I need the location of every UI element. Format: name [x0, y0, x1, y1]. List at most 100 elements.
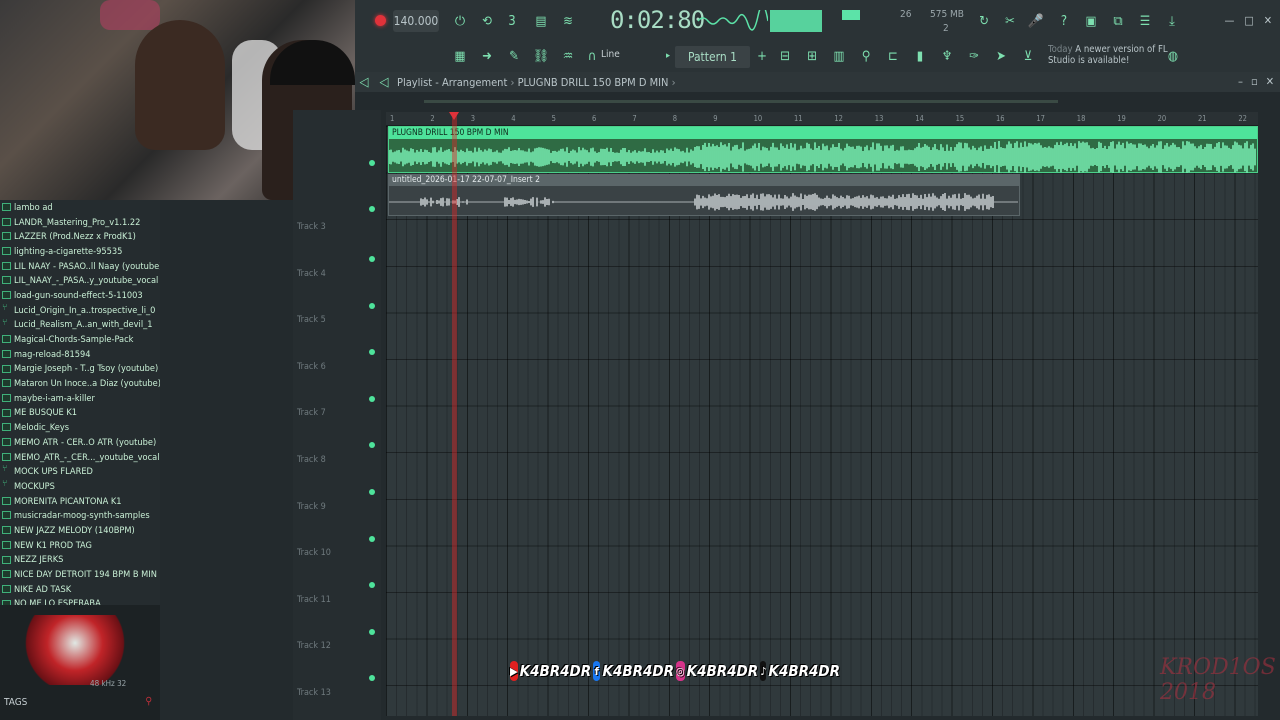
playlist-close-icon[interactable]: ✕	[1266, 75, 1274, 88]
audio-clip-recording[interactable]: untitled_2026-01-17 22-07-07_Insert 2	[388, 174, 1020, 216]
cart-icon[interactable]: ⊻	[1019, 47, 1037, 65]
update-notification[interactable]: Today A newer version of FL Studio is av…	[1048, 44, 1168, 66]
browser-item[interactable]: LIL_NAAY_-_PASA..y_youtube_vocal	[0, 273, 160, 288]
plug-icon[interactable]: ♆	[938, 47, 956, 65]
add-pattern-icon[interactable]: +	[753, 47, 771, 65]
metronome-icon[interactable]: ⏻	[451, 12, 469, 30]
refresh-icon[interactable]: ↻	[975, 12, 993, 30]
track-mute-led[interactable]	[369, 395, 375, 402]
playlist-minimize-icon[interactable]: –	[1238, 75, 1243, 88]
playlist-view-icon[interactable]: ▦	[451, 47, 469, 65]
browser-item[interactable]: NEZZ JERKS	[0, 553, 160, 568]
track-label[interactable]: Track 11	[297, 595, 331, 605]
track-mute-led[interactable]	[369, 160, 375, 166]
browser-item[interactable]: MORENITA PICANTONA K1	[0, 494, 160, 509]
track-mute-led[interactable]	[369, 582, 375, 589]
arrow-right-icon[interactable]: ➜	[478, 47, 496, 65]
snap-mode-select[interactable]: Line	[601, 49, 620, 60]
draw-tool-icon[interactable]: ✎	[505, 47, 523, 65]
track-label[interactable]: Track 8	[297, 455, 326, 465]
wizard-icon[interactable]: ✑	[965, 47, 983, 65]
timeline-ruler[interactable]: 1 2 3 4 5 6 7 8 9 10 11 12 13 14 15 16 17 18 19 20 21 22	[386, 112, 1258, 126]
playhead[interactable]	[452, 112, 457, 716]
track-label[interactable]: Track 9	[297, 502, 326, 512]
globe-icon[interactable]: ◍	[1164, 47, 1182, 65]
playlist-arrow-icon[interactable]: ◁	[375, 73, 393, 91]
microphone-icon[interactable]: 🎤	[1027, 12, 1045, 30]
browser-item[interactable]: Mataron Un Inoce..a Diaz (youtube)	[0, 376, 160, 391]
minimize-icon[interactable]: —	[1224, 14, 1234, 27]
browser-item[interactable]: lambo ad	[0, 200, 160, 215]
maximize-icon[interactable]: □	[1244, 14, 1253, 27]
track-mute-led[interactable]	[369, 675, 375, 682]
browser-item[interactable]: maybe-i-am-a-killer	[0, 391, 160, 406]
song-position-display[interactable]: 0:02:80	[610, 6, 705, 34]
audio-clip-main[interactable]: PLUGNB DRILL 150 BPM D MIN	[388, 126, 1258, 173]
channel-rack-icon[interactable]: ⊞	[803, 47, 821, 65]
help-icon[interactable]: ?	[1055, 12, 1073, 30]
track-mute-led[interactable]	[369, 442, 375, 449]
track-mute-led[interactable]	[369, 302, 375, 309]
save-icon[interactable]: ▣	[1082, 12, 1100, 30]
stamp-icon[interactable]: ♒	[559, 47, 577, 65]
track-mute-led[interactable]	[369, 206, 375, 212]
browser-item[interactable]: ⑂ Lucid_Origin_In_a..trospective_li_0	[0, 303, 160, 318]
track-label[interactable]: Track 10	[297, 548, 331, 558]
browser-item[interactable]: ME BUSQUE K1	[0, 406, 160, 421]
close-icon[interactable]: ✕	[1264, 14, 1272, 27]
loop-record-icon[interactable]: ⟲	[478, 12, 496, 30]
playhead-marker[interactable]	[449, 112, 459, 120]
browser-icon[interactable]: ⚲	[857, 47, 875, 65]
track-mute-led[interactable]	[369, 535, 375, 542]
browser-item[interactable]: Margie Joseph - T..g Tsoy (youtube)	[0, 362, 160, 377]
playlist-menu-icon[interactable]: ◁	[355, 73, 373, 91]
scrollbar-thumb[interactable]	[424, 100, 1058, 103]
browser-item[interactable]: musicradar-moog-synth-samples	[0, 508, 160, 523]
notes-icon[interactable]: ▮	[911, 47, 929, 65]
track-label[interactable]: Track 12	[297, 641, 331, 651]
track-label[interactable]: Track 5	[297, 315, 326, 325]
link-icon[interactable]: ⛓	[532, 47, 550, 65]
track-label[interactable]: Track 4	[297, 269, 326, 279]
browser-item[interactable]: MEMO ATR - CER..O ATR (youtube)	[0, 435, 160, 450]
track-label[interactable]: Track 3	[297, 222, 326, 232]
browser-item[interactable]: NICE DAY DETROIT 194 BPM B MIN	[0, 567, 160, 582]
browser-item[interactable]: NIKE AD TASK	[0, 582, 160, 597]
browser-item[interactable]: LANDR_Mastering_Pro_v1.1.22	[0, 215, 160, 230]
browser-item[interactable]: load-gun-sound-effect-5-11003	[0, 288, 160, 303]
step-edit-icon[interactable]: ▤	[532, 12, 550, 30]
track-label[interactable]: Track 7	[297, 408, 326, 418]
mixer-icon[interactable]: ⊟	[776, 47, 794, 65]
download-icon[interactable]: ⤓	[1163, 12, 1181, 30]
search-icon[interactable]: ⚲	[145, 696, 152, 707]
browser-item[interactable]: MEMO_ATR_-_CER..._youtube_vocal	[0, 450, 160, 465]
browser-item[interactable]: NEW JAZZ MELODY (140BPM)	[0, 523, 160, 538]
countdown-icon[interactable]: 3	[503, 12, 521, 30]
browser-item[interactable]: NEW K1 PROD TAG	[0, 538, 160, 553]
magnet-icon[interactable]: ∩	[583, 47, 601, 65]
browser-item[interactable]: mag-reload-81594	[0, 347, 160, 362]
tags-bar[interactable]: TAGS ⚲	[0, 690, 160, 720]
pattern-selector[interactable]: Pattern 1	[675, 46, 750, 68]
browser-item[interactable]: lighting-a-cigarette-95535	[0, 244, 160, 259]
piano-roll-icon[interactable]: ▥	[830, 47, 848, 65]
browser-item[interactable]: ⑂ MOCK UPS FLARED	[0, 464, 160, 479]
track-mute-led[interactable]	[369, 349, 375, 356]
cut-icon[interactable]: ✂	[1001, 12, 1019, 30]
track-mute-led[interactable]	[369, 489, 375, 495]
record-button[interactable]	[375, 15, 386, 26]
forward-icon[interactable]: ➤	[992, 47, 1010, 65]
browser-item[interactable]: ⑂ Lucid_Realism_A..an_with_devil_1	[0, 318, 160, 333]
browser-item[interactable]: Magical-Chords-Sample-Pack	[0, 332, 160, 347]
tempo-display[interactable]: 140.000	[393, 10, 439, 32]
track-label[interactable]: Track 6	[297, 362, 326, 372]
track-mute-led[interactable]	[369, 256, 375, 262]
browser-item[interactable]: LIL NAAY - PASAO..ll Naay (youtube)	[0, 259, 160, 274]
track-mute-led[interactable]	[369, 628, 375, 635]
playlist-maximize-icon[interactable]: ▫	[1251, 75, 1258, 88]
blend-notes-icon[interactable]: ≋	[559, 12, 577, 30]
horizontal-scrollbar[interactable]	[386, 94, 1256, 108]
playlist-icon[interactable]: ⊏	[884, 47, 902, 65]
playlist-project-name[interactable]: PLUGNB DRILL 150 BPM D MIN	[518, 76, 669, 89]
plugin-icon[interactable]: ⧉	[1109, 12, 1127, 30]
